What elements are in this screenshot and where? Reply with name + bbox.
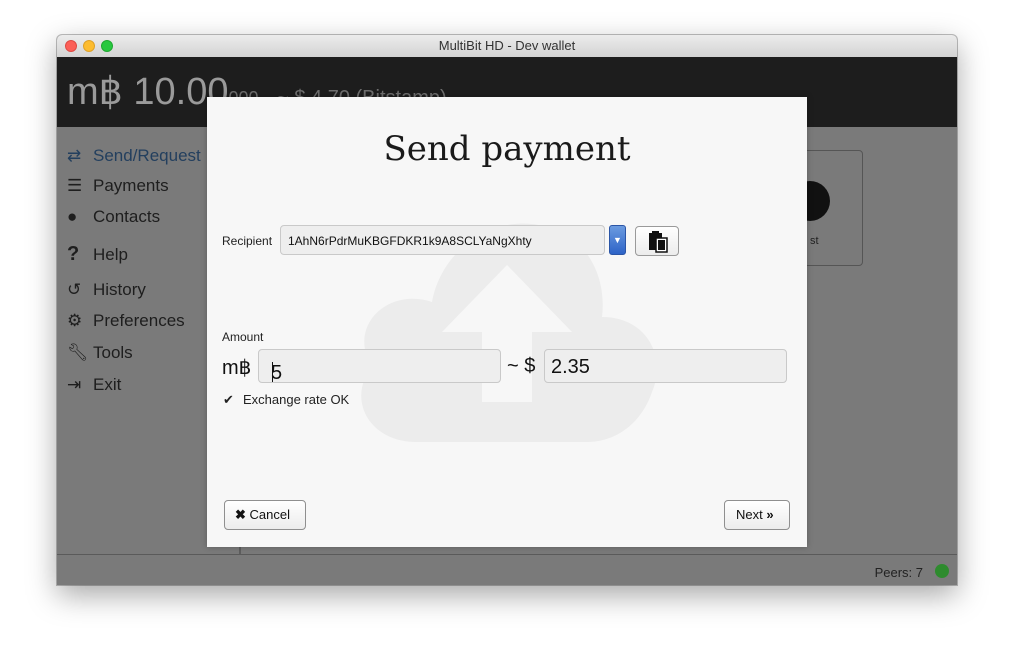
chevron-down-icon: ▼ (613, 235, 622, 245)
cancel-button-label: Cancel (249, 507, 290, 522)
check-icon: ✔ (223, 392, 234, 407)
exit-icon: ⇥ (67, 375, 82, 394)
user-icon: ● (67, 207, 78, 226)
sidebar-item-label: Preferences (93, 311, 185, 330)
wrench-icon: 🔧︎ (67, 343, 89, 362)
close-icon: ✖ (235, 507, 246, 522)
fiat-amount-input[interactable]: 2.35 (544, 349, 787, 383)
cancel-button[interactable]: ✖ Cancel (224, 500, 306, 530)
amount-label: Amount (222, 330, 264, 344)
sidebar-item-label: History (93, 280, 146, 299)
sidebar-item-payments[interactable]: ☰ Payments (67, 176, 169, 196)
recipient-dropdown-button[interactable]: ▼ (609, 225, 626, 255)
sidebar-item-label: Help (93, 245, 128, 264)
fiat-amount-value: 2.35 (551, 356, 590, 378)
peers-count: Peers: 7 (874, 565, 923, 580)
text-caret (272, 362, 273, 382)
paste-button[interactable] (635, 226, 679, 256)
recipient-input[interactable]: 1AhN6rPdrMuKBGFDKR1k9A8SCLYaNgXhty (280, 225, 605, 255)
next-button[interactable]: Next » (724, 500, 790, 530)
btc-amount-input[interactable]: 5 (258, 349, 501, 384)
status-bar: Peers: 7 (57, 554, 957, 585)
window-title: MultiBit HD - Dev wallet (438, 38, 576, 53)
recipient-label: Recipient (222, 234, 273, 248)
sidebar-item-exit[interactable]: ⇥ Exit (67, 375, 121, 395)
history-icon: ↺ (67, 280, 82, 299)
sidebar-item-history[interactable]: ↺ History (67, 280, 146, 300)
send-payment-dialog: Send payment Recipient 1AhN6rPdrMuKBGFDK… (207, 97, 807, 547)
double-chevron-right-icon: » (766, 507, 774, 522)
title-bar[interactable]: MultiBit HD - Dev wallet (57, 35, 957, 58)
approx-fiat-symbol: ~ $ (507, 355, 536, 377)
sidebar-item-label: Tools (93, 343, 133, 362)
sidebar-item-help[interactable]: ? Help (67, 243, 128, 266)
dialog-title: Send payment (383, 129, 631, 169)
btc-symbol: m฿ (222, 357, 252, 379)
exchange-rate-status-text: Exchange rate OK (243, 392, 350, 407)
question-icon: ? (67, 243, 80, 265)
peer-status-indicator (935, 564, 949, 578)
sidebar-item-send-request[interactable]: ⇄ Send/Request (67, 146, 201, 166)
list-icon: ☰ (67, 176, 83, 195)
sidebar-item-label: Contacts (93, 207, 161, 226)
gears-icon: ⚙ (67, 311, 83, 330)
sidebar-item-label: Send/Request (93, 146, 201, 165)
recipient-value: 1AhN6rPdrMuKBGFDKR1k9A8SCLYaNgXhty (288, 234, 532, 248)
exchange-rate-status: ✔ Exchange rate OK (223, 392, 349, 408)
sidebar-item-contacts[interactable]: ● Contacts (67, 207, 160, 227)
sidebar-item-label: Payments (93, 176, 169, 195)
sidebar-item-preferences[interactable]: ⚙ Preferences (67, 311, 185, 331)
next-button-label: Next (736, 507, 763, 522)
sidebar-item-tools[interactable]: 🔧︎ Tools (67, 343, 133, 363)
arrows-icon: ⇄ (67, 146, 82, 165)
paste-icon (649, 231, 668, 253)
background-card-label: st (810, 235, 819, 247)
sidebar-item-label: Exit (93, 375, 122, 394)
balance-symbol: m฿ (67, 71, 123, 113)
